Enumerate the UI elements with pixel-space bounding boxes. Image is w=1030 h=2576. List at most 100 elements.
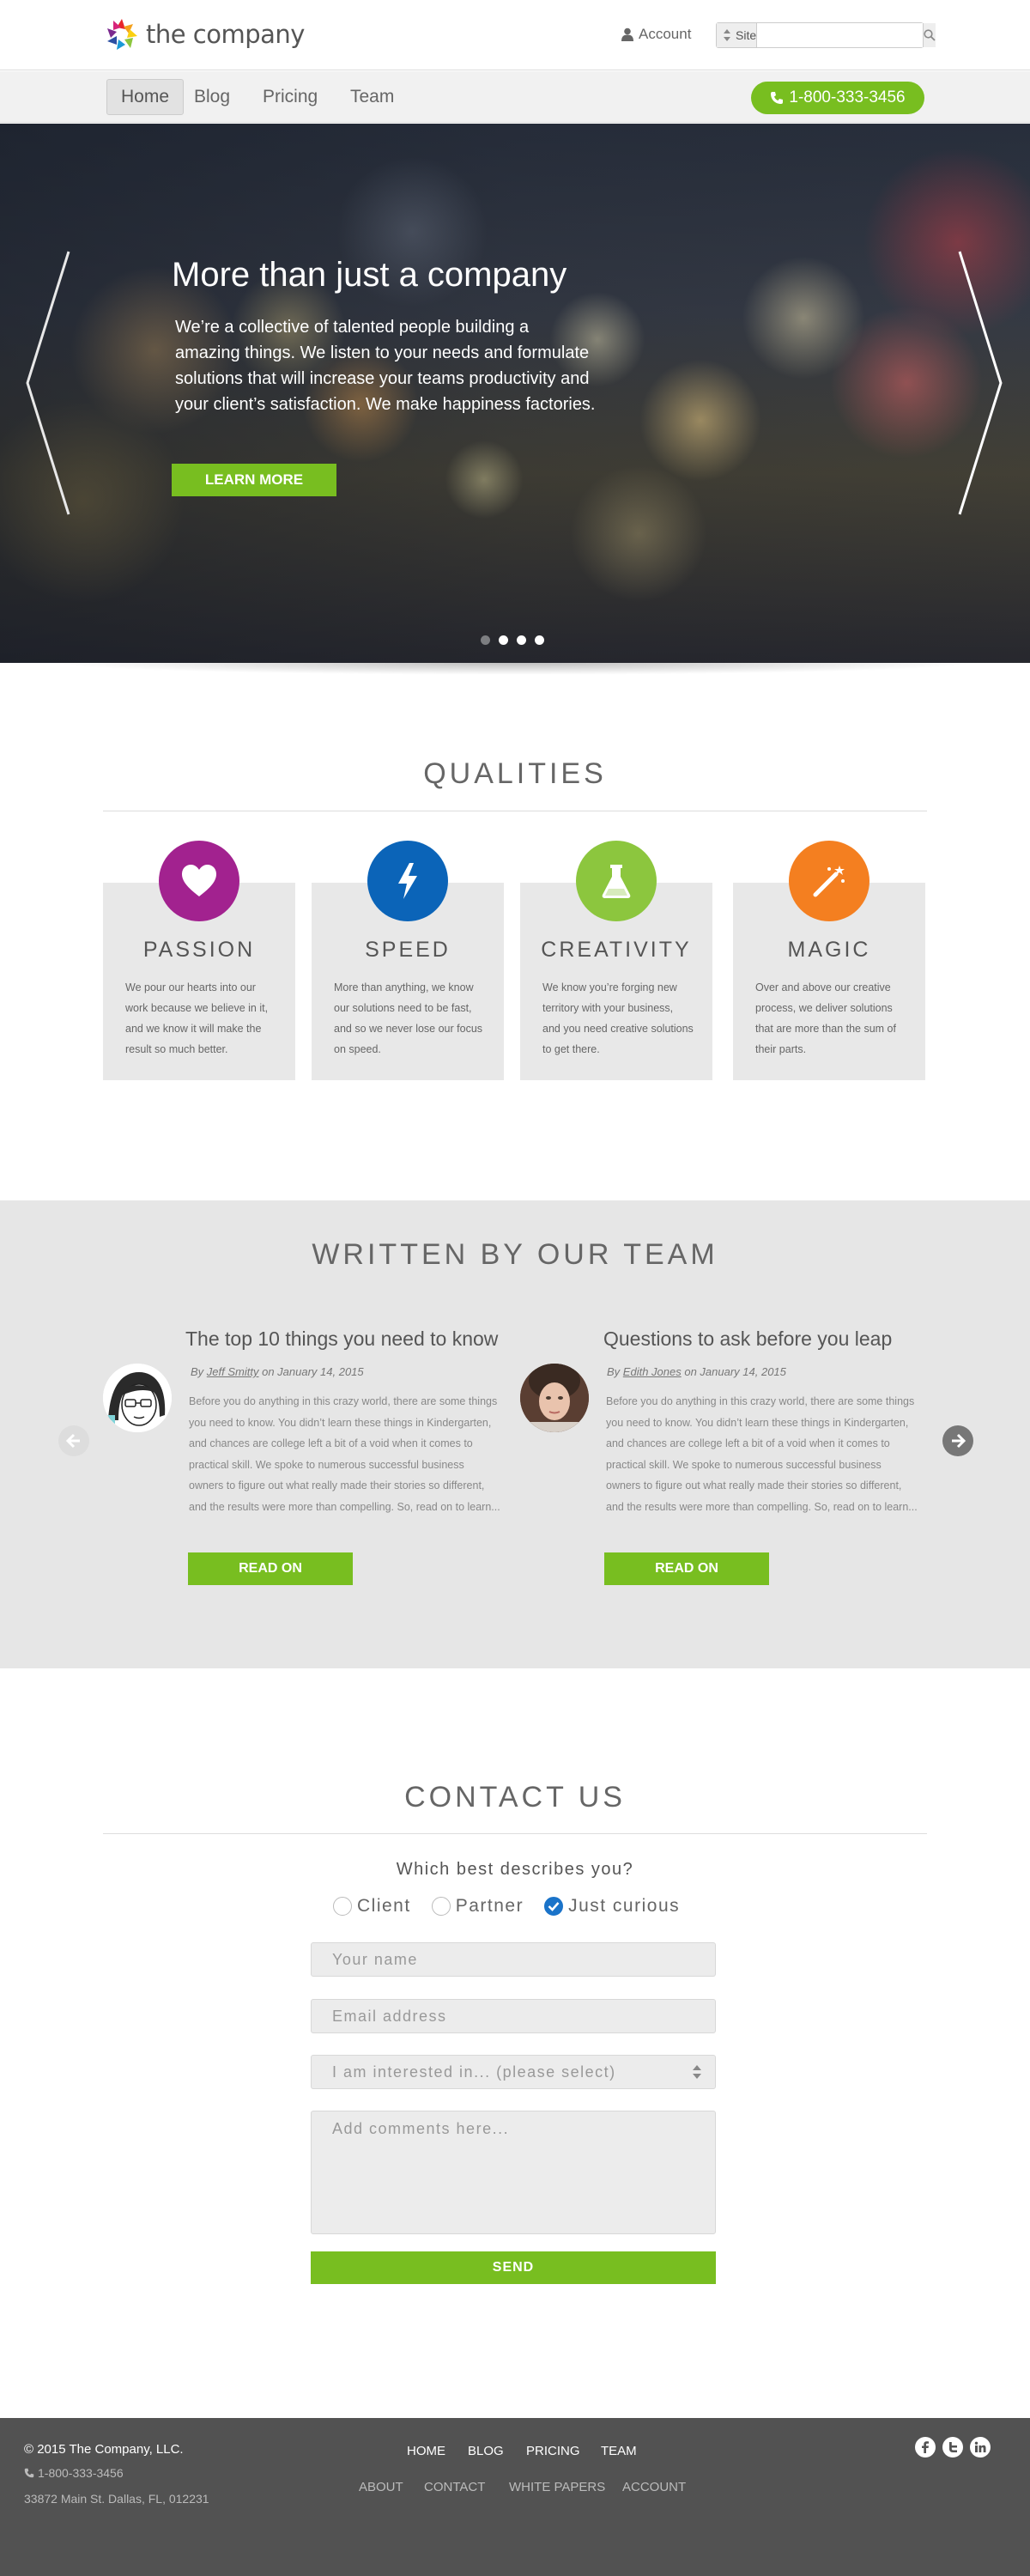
radio-label: Just curious — [568, 1896, 681, 1916]
logo-flower-icon — [107, 19, 137, 50]
learn-more-button[interactable]: LEARN MORE — [172, 464, 336, 496]
linkedin-button[interactable] — [970, 2437, 991, 2458]
read-on-button[interactable]: READ ON — [188, 1552, 353, 1585]
footer-address: 33872 Main St. Dallas, FL, 012231 — [24, 2492, 209, 2506]
account-label: Account — [639, 26, 692, 42]
nav-item-blog[interactable]: Blog — [180, 79, 244, 115]
contact-heading: CONTACT US — [404, 1781, 626, 1814]
quality-text: We pour our hearts into our work because… — [125, 981, 269, 1055]
hero-title: More than just a company — [172, 256, 567, 294]
previous-slide-icon[interactable] — [26, 250, 70, 516]
phone-label: 1-800-333-3456 — [789, 88, 906, 106]
heart-icon — [182, 865, 216, 896]
select-arrows-icon — [693, 2065, 701, 2079]
flask-icon — [602, 865, 631, 898]
radio-client[interactable]: Client — [333, 1896, 411, 1917]
search-scope-select[interactable]: Site — [717, 23, 758, 47]
arrow-right-icon — [952, 1433, 966, 1449]
site-search: Site — [716, 22, 936, 48]
search-input[interactable] — [757, 23, 924, 47]
footer-link-pricing[interactable]: PRICING — [526, 2444, 580, 2458]
radio-button[interactable] — [333, 1897, 352, 1916]
quality-title: MAGIC — [787, 938, 871, 962]
blog-prev-button[interactable] — [58, 1425, 89, 1456]
email-field[interactable]: Email address — [311, 1999, 716, 2033]
radio-partner[interactable]: Partner — [431, 1896, 524, 1917]
avatar-photo — [520, 1364, 589, 1432]
lightning-icon — [398, 863, 417, 899]
radio-just-curious[interactable]: Just curious — [544, 1896, 680, 1917]
slide-dot[interactable] — [535, 635, 544, 645]
name-field[interactable]: Your name — [311, 1942, 716, 1977]
linkedin-icon — [974, 2441, 986, 2452]
radio-button[interactable] — [431, 1897, 451, 1916]
post-excerpt: Before you do anything in this crazy wor… — [606, 1395, 918, 1513]
facebook-icon — [922, 2441, 929, 2453]
comments-textarea[interactable]: Add comments here... — [311, 2111, 716, 2234]
footer: © 2015 The Company, LLC. 1-800-333-3456 … — [0, 2418, 1030, 2576]
search-scope-label: Site — [736, 28, 757, 42]
quality-text: More than anything, we know our solution… — [334, 981, 483, 1055]
phone-icon — [24, 2468, 34, 2478]
quality-badge-magic — [789, 841, 869, 921]
author-avatar — [103, 1364, 172, 1432]
logo[interactable]: the company — [105, 17, 305, 52]
post-title[interactable]: The top 10 things you need to know — [185, 1327, 498, 1351]
avatar-illustration — [103, 1364, 172, 1432]
qualities-heading: QUALITIES — [423, 757, 607, 790]
phone-icon — [771, 92, 784, 104]
twitter-icon — [949, 2442, 957, 2452]
next-slide-icon[interactable] — [958, 250, 1003, 516]
logo-text: the company — [146, 20, 305, 49]
footer-link-white-papers[interactable]: WHITE PAPERS — [509, 2480, 605, 2494]
footer-link-about[interactable]: ABOUT — [359, 2480, 403, 2494]
divider — [103, 1833, 927, 1834]
send-button[interactable]: SEND — [311, 2251, 716, 2284]
interest-select[interactable]: I am interested in... (please select) — [311, 2055, 716, 2089]
account-link[interactable]: Account — [621, 26, 691, 43]
search-icon — [924, 29, 936, 41]
post-author-link[interactable]: Edith Jones — [623, 1365, 682, 1378]
phone-button[interactable]: 1-800-333-3456 — [751, 82, 924, 114]
radio-button-checked[interactable] — [544, 1897, 564, 1916]
search-button[interactable] — [923, 23, 936, 47]
footer-link-contact[interactable]: CONTACT — [424, 2480, 485, 2494]
user-icon — [621, 27, 633, 41]
footer-link-blog[interactable]: BLOG — [468, 2444, 504, 2458]
footer-link-account[interactable]: ACCOUNT — [622, 2480, 686, 2494]
post-date: on January 14, 2015 — [262, 1365, 364, 1378]
post-date: on January 14, 2015 — [684, 1365, 786, 1378]
hero-slider: More than just a company We’re a collect… — [0, 124, 1030, 663]
radio-label: Partner — [455, 1896, 524, 1916]
twitter-button[interactable] — [942, 2437, 963, 2458]
contact-question: Which best describes you? — [396, 1860, 634, 1879]
slide-dot[interactable] — [517, 635, 526, 645]
read-on-button[interactable]: READ ON — [604, 1552, 769, 1585]
quality-badge-passion — [159, 841, 239, 921]
blog-next-button[interactable] — [942, 1425, 973, 1456]
interest-select-placeholder: I am interested in... (please select) — [332, 2063, 616, 2081]
post-title[interactable]: Questions to ask before you leap — [603, 1327, 892, 1351]
hero-shadow — [52, 663, 978, 675]
hero-text: We’re a collective of talented people bu… — [175, 318, 596, 414]
arrow-left-icon — [65, 1433, 80, 1449]
slide-dot[interactable] — [499, 635, 508, 645]
blog-heading: WRITTEN BY OUR TEAM — [312, 1238, 718, 1271]
checkmark-icon — [548, 1902, 560, 1911]
quality-title: PASSION — [142, 938, 256, 962]
slide-indicators — [481, 635, 544, 645]
slide-dot[interactable] — [481, 635, 490, 645]
quality-badge-speed — [367, 841, 448, 921]
footer-link-home[interactable]: HOME — [407, 2444, 445, 2458]
quality-text: Over and above our creative process, we … — [755, 981, 896, 1055]
nav-item-team[interactable]: Team — [336, 79, 408, 115]
facebook-button[interactable] — [915, 2437, 936, 2458]
nav-item-pricing[interactable]: Pricing — [249, 79, 331, 115]
nav-item-home[interactable]: Home — [106, 79, 185, 115]
footer-phone: 1-800-333-3456 — [24, 2466, 124, 2480]
post-by: By — [607, 1365, 621, 1378]
post-author-link[interactable]: Jeff Smitty — [207, 1365, 259, 1378]
magic-wand-icon — [813, 866, 845, 897]
footer-link-team[interactable]: TEAM — [601, 2444, 637, 2458]
updown-arrows-icon — [724, 29, 730, 41]
